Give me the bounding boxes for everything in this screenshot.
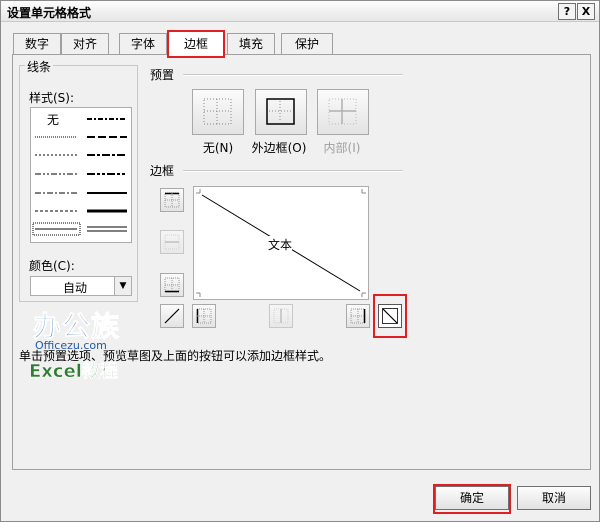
preset-outline-label: 外边框(O) xyxy=(251,141,307,155)
border-inside-vertical-icon xyxy=(273,308,289,324)
cancel-button[interactable]: 取消 xyxy=(517,486,591,510)
preset-outline-icon xyxy=(266,98,295,125)
tab-fill[interactable]: 填充 xyxy=(227,33,275,54)
help-button[interactable]: ? xyxy=(558,3,576,20)
border-inside-vertical-button[interactable] xyxy=(269,304,293,328)
border-top-button[interactable] xyxy=(160,188,184,212)
preset-group-label: 预置 xyxy=(148,66,177,83)
tab-protection[interactable]: 保护 xyxy=(281,33,333,54)
color-dropdown[interactable]: 自动 ▼ xyxy=(30,276,132,296)
ok-button[interactable]: 确定 xyxy=(435,486,509,510)
border-inside-horizontal-icon xyxy=(164,234,180,250)
color-value: 自动 xyxy=(63,281,88,295)
preset-divider xyxy=(183,74,403,76)
border-right-icon xyxy=(350,308,366,324)
preset-none-label: 无(N) xyxy=(202,141,234,155)
preset-inside-icon xyxy=(328,98,357,125)
tab-font[interactable]: 字体 xyxy=(119,33,167,54)
tab-number[interactable]: 数字 xyxy=(13,33,61,54)
dialog-title: 设置单元格格式 xyxy=(7,6,92,20)
border-right-button[interactable] xyxy=(346,304,370,328)
style-label: 样式(S): xyxy=(27,89,77,106)
chevron-down-icon[interactable]: ▼ xyxy=(114,277,131,295)
diagonal-down-icon xyxy=(382,308,398,324)
preview-text: 文本 xyxy=(268,236,293,253)
border-left-button[interactable] xyxy=(192,304,216,328)
border-tab-panel: 线条 样式(S): 无 颜色(C): 自动 ▼ 预置 无(N) 外边框(O) 内… xyxy=(12,54,591,470)
tab-alignment[interactable]: 对齐 xyxy=(61,33,109,54)
title-bar: 设置单元格格式 ? X xyxy=(1,1,599,22)
line-group-label: 线条 xyxy=(25,58,54,75)
diagonal-up-icon xyxy=(164,308,180,324)
border-divider xyxy=(183,170,403,172)
line-style-samples[interactable] xyxy=(31,108,131,242)
preset-inside-label: 内部(I) xyxy=(323,141,361,155)
border-inside-horizontal-button[interactable] xyxy=(160,230,184,254)
line-style-list[interactable]: 无 xyxy=(30,107,132,243)
preset-outline-button[interactable] xyxy=(255,89,307,135)
border-bottom-icon xyxy=(164,277,180,293)
border-preview[interactable]: 文本 xyxy=(193,186,369,300)
border-bottom-button[interactable] xyxy=(160,273,184,297)
preset-none-button[interactable] xyxy=(192,89,244,135)
border-group-label: 边框 xyxy=(148,162,177,179)
color-label: 颜色(C): xyxy=(27,257,77,274)
border-diagonal-up-button[interactable] xyxy=(160,304,184,328)
border-top-icon xyxy=(164,192,180,208)
logo-subtitle: Excel教程 xyxy=(29,361,118,383)
border-left-icon xyxy=(196,308,212,324)
preset-inside-button[interactable] xyxy=(317,89,369,135)
preset-none-icon xyxy=(203,98,232,125)
close-button[interactable]: X xyxy=(577,3,595,20)
tab-border[interactable]: 边框 xyxy=(167,30,225,58)
border-diagonal-down-button[interactable] xyxy=(378,304,402,328)
format-cells-dialog: 设置单元格格式 ? X 数字 对齐 字体 边框 填充 保护 线条 样式(S): … xyxy=(0,0,600,522)
